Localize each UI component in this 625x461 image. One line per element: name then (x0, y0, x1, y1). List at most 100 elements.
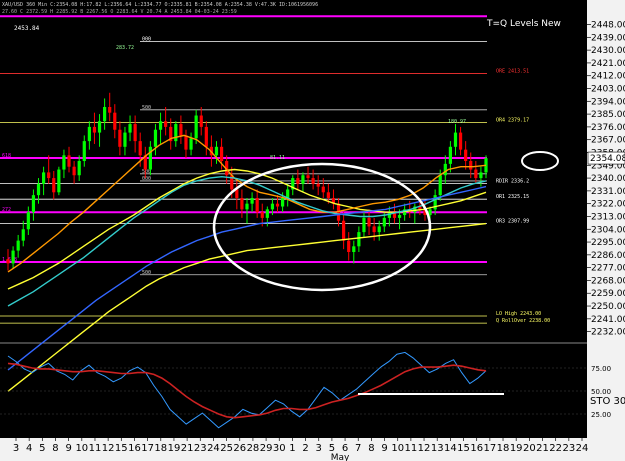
candle-body (158, 121, 163, 130)
price-tick-label: 2376.00 (591, 123, 625, 133)
date-tick-label: 8 (52, 443, 58, 454)
date-tick-label: 9 (65, 443, 71, 454)
candle-body (438, 175, 442, 196)
level-label: 000 (142, 176, 151, 182)
date-tick-label: 3 (316, 443, 322, 454)
candle-body (148, 146, 152, 170)
moving-average-line (7, 175, 487, 307)
price-annotation: 180.97 (448, 119, 466, 125)
candle-body (372, 226, 376, 233)
price-tick-label: 2340.00 (591, 174, 625, 184)
candle-body (26, 212, 30, 230)
stochastic-tick-label: 25.00 (591, 411, 611, 419)
top-left-value: 2453.84 (14, 25, 40, 32)
date-tick-label: 15 (457, 443, 470, 454)
date-tick-label: 15 (115, 443, 128, 454)
candle-body (255, 197, 259, 213)
date-tick-label: 5 (39, 443, 45, 454)
indicator-title: T=Q Levels New (486, 19, 561, 29)
price-tick-label: 2367.00 (591, 136, 625, 146)
candle-body (214, 146, 219, 156)
level-label: 272 (2, 207, 11, 213)
candle-body (397, 215, 402, 218)
price-tick-label: 2394.00 (591, 97, 625, 107)
candle-body (347, 240, 351, 253)
stochastic-panel[interactable] (0, 351, 587, 429)
stochastic-title: STO 30 (590, 396, 625, 407)
candle-body (245, 203, 249, 210)
stochastic-line (7, 362, 487, 419)
date-tick-label: 24 (576, 443, 589, 454)
candle-body (469, 161, 473, 170)
candle-body (194, 115, 198, 139)
date-tick-label: 20 (523, 443, 536, 454)
candle-body (377, 226, 381, 233)
header-sub-line: 27.60 C 2372.59 H 2285.92 B 2267.56 O 22… (2, 9, 237, 15)
price-tick-label: 2304.00 (591, 225, 625, 235)
stochastic-tick-label: 75.00 (591, 365, 611, 373)
level-label: 500 (142, 270, 151, 276)
candle-body (275, 203, 280, 207)
candle-body (362, 217, 366, 233)
candle-body (11, 250, 15, 264)
candle-body (77, 161, 81, 176)
candle-body (270, 203, 275, 210)
candle-body (179, 124, 183, 136)
candle-body (164, 121, 168, 127)
month-label: May (331, 453, 350, 461)
price-tick-label: 2448.00 (591, 21, 625, 31)
price-annotation: 81.11 (270, 155, 285, 161)
candle-body (41, 172, 46, 184)
date-tick-label: 22 (549, 443, 562, 454)
date-tick-label: 14 (444, 443, 457, 454)
candle-body (118, 129, 122, 147)
candle-body (250, 197, 254, 204)
level-label: Q RollOver 2238.00 (496, 318, 550, 324)
level-label: RDIR 2336.2 (496, 178, 529, 184)
price-tick-label: 2322.00 (591, 200, 625, 210)
price-tick-label: 2430.00 (591, 46, 625, 56)
candle-body (108, 106, 112, 113)
price-tick-label: 2403.00 (591, 85, 625, 95)
level-label: 500 (142, 105, 151, 111)
level-label: OR1 2325.15 (496, 194, 529, 200)
level-label: 618 (2, 153, 11, 159)
candle-body (382, 217, 386, 227)
price-panel[interactable]: 000ORE 2413.51500OR4 2379.17618500000 RDI… (0, 15, 587, 392)
date-tick-label: 21 (536, 443, 549, 454)
candle-body (67, 155, 71, 167)
price-tick-label: 2421.00 (591, 59, 625, 69)
candle-body (352, 246, 356, 253)
candle-body (113, 112, 117, 130)
candle-body (260, 212, 264, 218)
candle-body (367, 217, 371, 227)
candle-body (326, 192, 330, 198)
candle-body (265, 209, 269, 218)
candle-body (189, 138, 193, 150)
price-tick-label: 2277.00 (591, 264, 625, 274)
date-tick-label: 25 (220, 443, 233, 454)
price-tick-label: 2232.00 (591, 328, 625, 338)
last-price-label: 2354.08 (590, 154, 625, 164)
candle-body (321, 186, 325, 193)
date-tick-label: 7 (355, 443, 361, 454)
candle-body (301, 175, 305, 184)
candle-body (458, 132, 463, 150)
date-tick-label: 12 (102, 443, 115, 454)
price-tick-label: 2241.00 (591, 315, 625, 325)
candle-body (133, 124, 137, 142)
candle-body (103, 106, 107, 122)
candle-body (87, 126, 91, 142)
date-tick-label: 19 (168, 443, 181, 454)
price-tick-label: 2313.00 (591, 212, 625, 222)
price-tick-label: 2439.00 (591, 33, 625, 43)
price-tick-label: 2259.00 (591, 289, 625, 299)
price-tick-label: 2331.00 (591, 187, 625, 197)
header-symbol-line: XAU/USD 360 Min C:2354.08 H:17.82 L:2356… (2, 2, 318, 8)
candle-body (72, 166, 76, 176)
date-tick-label: 16 (128, 443, 141, 454)
date-tick-label: 12 (418, 443, 431, 454)
candle-body (316, 183, 320, 187)
date-tick-label: 23 (562, 443, 575, 454)
level-label: 000 (142, 37, 151, 43)
